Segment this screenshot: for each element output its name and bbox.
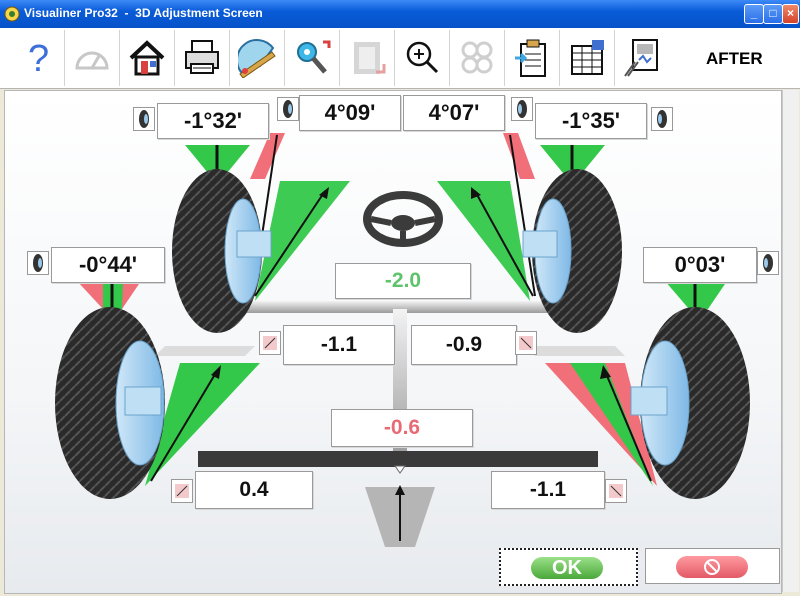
clipboard-icon (515, 39, 546, 77)
rear-axle-center-marker (394, 465, 406, 474)
cancel-pill (676, 556, 748, 578)
left-rear-toe-value: 0.4 (195, 471, 313, 509)
pattern-icon (461, 41, 493, 74)
film-button[interactable] (340, 30, 395, 86)
right-front-toe-tag (515, 331, 537, 355)
toolbar: ? AFTER (0, 28, 800, 89)
right-front-camber-tag (651, 107, 673, 131)
protractor-button[interactable] (230, 30, 285, 86)
tire-icon (763, 254, 773, 272)
window-title: Visualiner Pro32 - 3D Adjustment Screen (24, 6, 263, 20)
right-front-caster-value: 4°07' (403, 95, 505, 131)
right-rear-camber-value: 0°03' (643, 247, 757, 283)
floor-shadow-left-front (155, 346, 255, 356)
cancel-button[interactable] (645, 548, 780, 584)
help-icon: ? (28, 38, 49, 78)
no-entry-icon (704, 559, 720, 575)
toe-icon (175, 484, 189, 498)
help-button[interactable]: ? (10, 30, 65, 86)
vertical-scrollbar[interactable] (782, 90, 799, 592)
print-button[interactable] (175, 30, 230, 86)
tire-icon (33, 254, 43, 272)
report-icon (624, 39, 658, 77)
alignment-canvas: -1°32' 4°09' 4°07' -1°35' -0°44' 0°03' -… (4, 90, 782, 594)
left-rear-tire (55, 307, 165, 499)
report-button[interactable] (615, 30, 669, 86)
title-bar: Visualiner Pro32 - 3D Adjustment Screen … (0, 0, 800, 28)
left-front-camber-tag (133, 107, 155, 131)
gauge-button[interactable] (65, 30, 120, 86)
close-button[interactable]: × (782, 4, 799, 24)
toe-icon (263, 336, 277, 350)
maximize-button[interactable]: □ (763, 4, 783, 24)
right-front-camber-value: -1°35' (535, 103, 647, 139)
spreadsheet-button[interactable] (560, 30, 615, 86)
left-rear-toe-tag (171, 479, 193, 503)
tire-icon (139, 110, 149, 128)
right-front-caster-tag (511, 97, 533, 121)
app-icon (4, 6, 20, 22)
left-rear-camber-tag (27, 251, 49, 275)
home-icon (129, 40, 165, 76)
floor-shadow-right-front (525, 346, 625, 356)
tire-icon (657, 110, 667, 128)
left-front-camber-value: -1°32' (157, 103, 269, 139)
ok-label: OK (531, 557, 603, 579)
zoom-button[interactable] (395, 30, 450, 86)
home-button[interactable] (120, 30, 175, 86)
thrust-angle-value: -0.6 (331, 409, 473, 447)
right-rear-toe-tag (605, 479, 627, 503)
tire-icon (283, 100, 293, 118)
toe-icon (519, 336, 533, 350)
spreadsheet-icon (571, 40, 604, 75)
ok-button[interactable]: OK (499, 548, 638, 586)
toe-icon (609, 484, 623, 498)
pattern-button[interactable] (450, 30, 505, 86)
gauge-icon (75, 51, 109, 70)
left-rear-camber-value: -0°44' (51, 247, 165, 283)
right-rear-camber-tag (757, 251, 779, 275)
minimize-button[interactable]: _ (744, 4, 764, 24)
left-front-caster-bar (250, 133, 285, 179)
mode-label: AFTER (706, 49, 763, 68)
film-icon (354, 42, 386, 74)
wrench-button[interactable] (285, 30, 340, 86)
steering-wheel-value: -2.0 (335, 263, 471, 299)
right-front-toe-value: -0.9 (411, 325, 517, 365)
rear-axle (198, 451, 598, 467)
svg-text:?: ? (28, 38, 49, 78)
right-front-caster-bar (503, 133, 535, 179)
tire-icon (517, 100, 527, 118)
left-front-toe-tag (259, 331, 281, 355)
left-front-caster-tag (277, 97, 299, 121)
printer-icon (185, 40, 219, 74)
zoom-icon (406, 41, 439, 74)
application-window: Visualiner Pro32 - 3D Adjustment Screen … (0, 0, 800, 596)
protractor-icon (238, 39, 276, 78)
clipboard-button[interactable] (505, 30, 560, 86)
left-front-caster-value: 4°09' (299, 95, 401, 131)
steering-wheel-icon (363, 191, 443, 247)
wrench-icon (297, 40, 331, 74)
left-front-toe-value: -1.1 (283, 325, 395, 365)
right-rear-toe-value: -1.1 (491, 471, 605, 509)
